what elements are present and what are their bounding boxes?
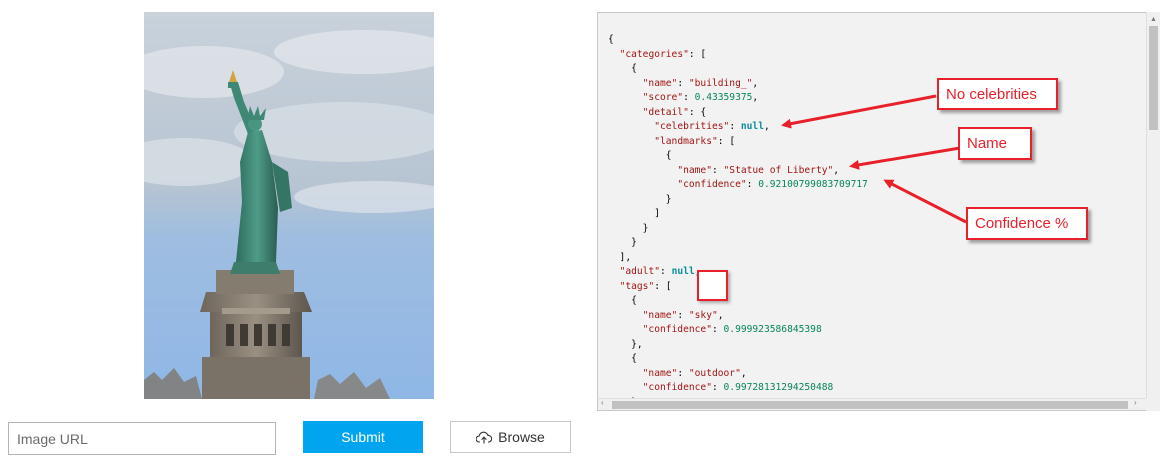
browse-label: Browse	[498, 429, 545, 445]
json-line: "confidence": 0.92100799083709717	[677, 179, 868, 190]
json-line: },	[608, 338, 643, 350]
json-code: { "categories": [ { "name": "building_",…	[608, 33, 868, 399]
json-line: ],	[608, 251, 632, 263]
json-line: "score": 0.43359375,	[642, 92, 759, 103]
horizontal-scroll-thumb[interactable]	[612, 401, 1128, 409]
scrollbar-corner	[1146, 398, 1160, 411]
annotation-no-celebrities: No celebrities	[937, 78, 1058, 110]
image-url-input[interactable]	[8, 422, 276, 455]
cloud-upload-icon	[476, 431, 493, 444]
scroll-left-arrow-icon[interactable]: ‹	[601, 398, 604, 407]
json-line: "name": "Statue of Liberty",	[677, 164, 840, 176]
annotation-confidence: Confidence %	[966, 207, 1088, 240]
json-line: }	[608, 237, 637, 248]
json-line: "name": "outdoor",	[642, 367, 747, 379]
json-line: }	[608, 222, 649, 234]
json-line: "categories": [	[619, 48, 707, 60]
annotation-name: Name	[958, 127, 1032, 160]
horizontal-scrollbar[interactable]: ‹ ›	[597, 398, 1146, 411]
scroll-up-arrow-icon[interactable]: ▲	[1150, 16, 1157, 24]
json-line: "name": "building_",	[642, 77, 759, 89]
json-line: "celebrities": null,	[654, 121, 770, 132]
browse-button[interactable]: Browse	[450, 421, 571, 453]
uploaded-image	[144, 12, 434, 399]
json-line: ]	[608, 208, 660, 219]
json-line: "adult": null,	[619, 266, 701, 277]
json-line: {	[608, 295, 637, 306]
json-line: "detail": {	[642, 106, 707, 118]
json-output-panel[interactable]: { "categories": [ { "name": "building_",…	[597, 12, 1147, 400]
json-line: }	[608, 193, 672, 205]
json-line: {	[608, 150, 672, 161]
scroll-right-arrow-icon[interactable]: ›	[1134, 398, 1137, 407]
json-line: "confidence": 0.999923586845398	[642, 324, 822, 335]
redaction-box	[697, 270, 728, 301]
json-line: "landmarks": [	[654, 135, 736, 147]
json-line: "name": "sky",	[642, 309, 724, 321]
json-line: {	[608, 353, 637, 364]
json-line: "confidence": 0.99728131294250488	[642, 382, 834, 393]
json-line: {	[608, 63, 637, 74]
submit-button[interactable]: Submit	[303, 421, 423, 453]
vertical-scroll-thumb[interactable]	[1149, 26, 1158, 130]
vertical-scrollbar[interactable]: ▲ ▼	[1146, 12, 1160, 410]
json-line: "tags": [	[619, 280, 672, 292]
json-line: {	[608, 34, 614, 45]
